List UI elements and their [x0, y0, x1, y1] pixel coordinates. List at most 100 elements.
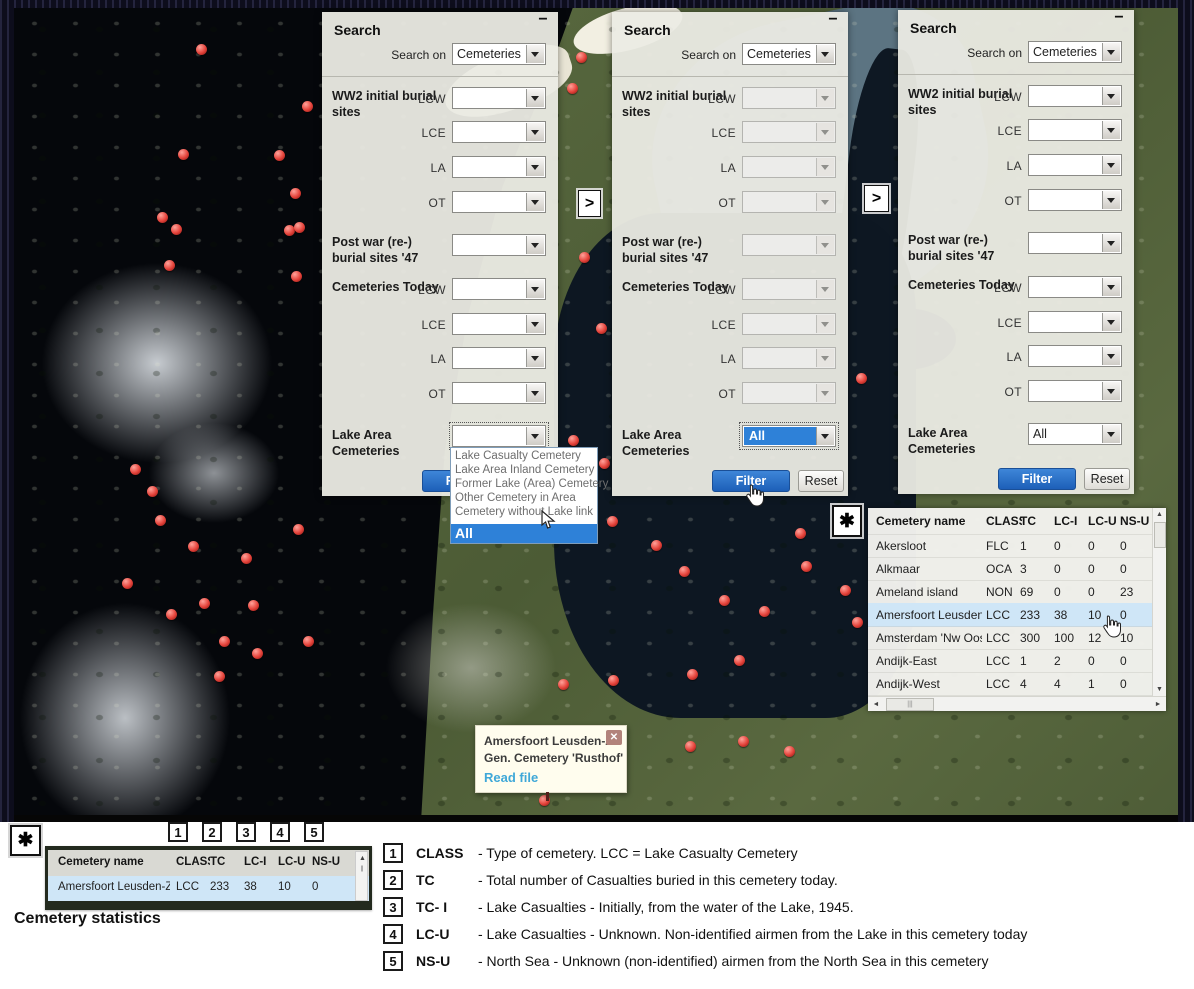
today-ot-select[interactable]: [742, 382, 836, 404]
today-lce-select[interactable]: [1028, 311, 1122, 333]
map-pin[interactable]: [171, 224, 182, 235]
map-pin[interactable]: [801, 561, 812, 572]
dropdown-option[interactable]: Cemetery without Lake link: [451, 505, 597, 519]
scroll-up-icon[interactable]: ▲: [1153, 508, 1166, 521]
map-pin[interactable]: [567, 83, 578, 94]
map-pin[interactable]: [302, 101, 313, 112]
ww2-la-select[interactable]: [1028, 154, 1122, 176]
map-pin[interactable]: [685, 741, 696, 752]
search-on-select[interactable]: Cemeteries: [1028, 41, 1122, 63]
ww2-ot-select[interactable]: [742, 191, 836, 213]
map-pin[interactable]: [840, 585, 851, 596]
reset-button[interactable]: Reset: [798, 470, 844, 492]
lake-area-select[interactable]: All: [742, 425, 836, 447]
dropdown-option[interactable]: Lake Casualty Cemetery: [451, 449, 597, 463]
map-pin[interactable]: [147, 486, 158, 497]
search-on-select[interactable]: Cemeteries: [742, 43, 836, 65]
map-pin[interactable]: [274, 150, 285, 161]
scroll-left-icon[interactable]: ◄: [870, 699, 882, 710]
map-pin[interactable]: [599, 458, 610, 469]
ww2-lce-select[interactable]: [1028, 119, 1122, 141]
today-la-select[interactable]: [1028, 345, 1122, 367]
ww2-ot-select[interactable]: [1028, 189, 1122, 211]
expand-panel-button[interactable]: >: [864, 185, 889, 212]
map-pin[interactable]: [219, 636, 230, 647]
expand-panel-button[interactable]: >: [578, 190, 601, 217]
horizontal-scrollbar[interactable]: ◄ ||| ►: [868, 696, 1166, 711]
ww2-lcw-select[interactable]: [452, 87, 546, 109]
table-row[interactable]: AlkmaarOCA3000: [868, 557, 1152, 581]
ww2-lcw-select[interactable]: [1028, 85, 1122, 107]
map-pin[interactable]: [784, 746, 795, 757]
map-pin[interactable]: [759, 606, 770, 617]
scroll-right-icon[interactable]: ►: [1152, 699, 1164, 710]
ww2-lcw-select[interactable]: [742, 87, 836, 109]
map-pin[interactable]: [576, 52, 587, 63]
map-pin[interactable]: [155, 515, 166, 526]
map-pin[interactable]: [679, 566, 690, 577]
map-pin[interactable]: [719, 595, 730, 606]
read-file-link[interactable]: Read file: [484, 770, 538, 785]
table-row[interactable]: Amsterdam 'Nw Ooster'LCC3001001210: [868, 626, 1152, 650]
lake-area-select[interactable]: All: [1028, 423, 1122, 445]
today-ot-select[interactable]: [452, 382, 546, 404]
dropdown-option[interactable]: Other Cemetery in Area: [451, 491, 597, 505]
map-pin[interactable]: [596, 323, 607, 334]
ww2-la-select[interactable]: [742, 156, 836, 178]
map-pin[interactable]: [130, 464, 141, 475]
map-pin[interactable]: [241, 553, 252, 564]
reset-button[interactable]: Reset: [1084, 468, 1130, 490]
postwar-select[interactable]: [452, 234, 546, 256]
collapse-button[interactable]: −: [826, 14, 840, 28]
map-pin[interactable]: [607, 516, 618, 527]
today-la-select[interactable]: [742, 347, 836, 369]
ww2-la-select[interactable]: [452, 156, 546, 178]
map-pin[interactable]: [558, 679, 569, 690]
map-pin[interactable]: [608, 675, 619, 686]
today-lce-select[interactable]: [452, 313, 546, 335]
map-pin[interactable]: [178, 149, 189, 160]
map-pin[interactable]: [852, 617, 863, 628]
map-pin[interactable]: [303, 636, 314, 647]
today-lce-select[interactable]: [742, 313, 836, 335]
today-lcw-select[interactable]: [1028, 276, 1122, 298]
ww2-lce-select[interactable]: [742, 121, 836, 143]
today-lcw-select[interactable]: [452, 278, 546, 300]
map-pin[interactable]: [164, 260, 175, 271]
filter-button[interactable]: Filter: [712, 470, 790, 492]
map-pin[interactable]: [568, 435, 579, 446]
map-pin[interactable]: [687, 669, 698, 680]
postwar-select[interactable]: [742, 234, 836, 256]
scrollbar-thumb[interactable]: |||: [886, 698, 934, 711]
scrollbar-thumb[interactable]: [1154, 522, 1166, 548]
map-pin[interactable]: [166, 609, 177, 620]
map-pin[interactable]: [291, 271, 302, 282]
map-pin[interactable]: [293, 524, 304, 535]
dropdown-option[interactable]: Former Lake (Area) Cemetery: [451, 477, 597, 491]
map-pin[interactable]: [248, 600, 259, 611]
map-pin[interactable]: [157, 212, 168, 223]
search-on-select[interactable]: Cemeteries: [452, 43, 546, 65]
map-pin[interactable]: [579, 252, 590, 263]
table-row[interactable]: Andijk-WestLCC4410: [868, 672, 1152, 696]
map-pin[interactable]: [290, 188, 301, 199]
map-pin[interactable]: [856, 373, 867, 384]
table-row[interactable]: Andijk-EastLCC1200: [868, 649, 1152, 673]
map-pin[interactable]: [294, 222, 305, 233]
map-pin[interactable]: [196, 44, 207, 55]
ww2-lce-select[interactable]: [452, 121, 546, 143]
map-pin[interactable]: [734, 655, 745, 666]
ww2-ot-select[interactable]: [452, 191, 546, 213]
table-row[interactable]: AkerslootFLC1000: [868, 534, 1152, 558]
filter-button[interactable]: Filter: [998, 468, 1076, 490]
vertical-scrollbar[interactable]: ▲ ▼: [1152, 508, 1166, 696]
map-pin[interactable]: [214, 671, 225, 682]
map-pin[interactable]: [651, 540, 662, 551]
map-pin[interactable]: [795, 528, 806, 539]
collapse-button[interactable]: −: [1112, 12, 1126, 26]
map-pin[interactable]: [122, 578, 133, 589]
stats-reference-button[interactable]: ✱: [832, 505, 862, 537]
map-pin[interactable]: [199, 598, 210, 609]
map-pin[interactable]: [738, 736, 749, 747]
close-button[interactable]: ✕: [606, 730, 622, 745]
